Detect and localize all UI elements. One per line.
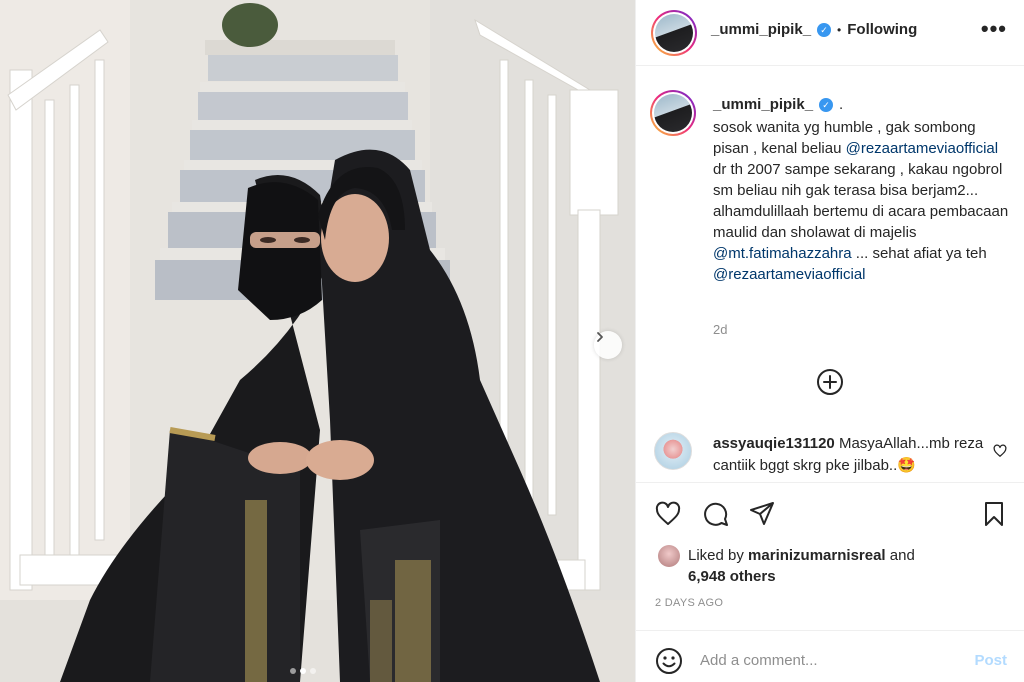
caption-user-suffix: . xyxy=(839,96,844,113)
post-comment-button[interactable]: Post xyxy=(974,652,1007,669)
comments-section[interactable]: _ummi_pipik_ ✓ . sosok wanita yg humble … xyxy=(636,66,1024,482)
author-username[interactable]: _ummi_pipik_ xyxy=(711,21,811,38)
caption-mention[interactable]: @rezaartameviaofficial xyxy=(846,140,999,157)
post-header: _ummi_pipik_ ✓ • Following ••• xyxy=(636,0,1024,66)
author-avatar[interactable] xyxy=(651,10,697,56)
following-button[interactable]: Following xyxy=(847,21,917,38)
header-separator: • xyxy=(837,22,842,37)
add-comment-bar: Post xyxy=(636,630,1024,682)
carousel-indicator xyxy=(290,668,316,674)
verified-badge-icon: ✓ xyxy=(817,22,832,37)
liker-avatar[interactable] xyxy=(658,545,680,567)
caption-text: sosok wanita yg humble , gak sombong pis… xyxy=(713,117,1013,285)
caption-part: dr th 2007 sampe sekarang , kakau ngobro… xyxy=(713,161,1009,241)
likes-prefix: Liked by xyxy=(688,547,744,564)
comment-like-heart-icon[interactable] xyxy=(993,444,1007,458)
likes-and: and xyxy=(889,547,915,564)
chevron-right-icon xyxy=(597,332,603,342)
liker-username[interactable]: marinizumarnisreal xyxy=(748,547,886,564)
post-photo[interactable] xyxy=(0,0,635,682)
likes-summary: Liked by marinizumarnisreal and 6,948 ot… xyxy=(658,545,915,587)
caption-timestamp[interactable]: 2d xyxy=(713,322,727,337)
comment-icon[interactable] xyxy=(702,500,730,528)
emoji-icon[interactable] xyxy=(655,647,683,675)
carousel-dot xyxy=(290,668,296,674)
photo-illustration xyxy=(0,0,635,682)
caption-author-username[interactable]: _ummi_pipik_ xyxy=(713,96,813,113)
share-icon[interactable] xyxy=(748,500,776,528)
likes-text: Liked by marinizumarnisreal and 6,948 ot… xyxy=(688,545,915,587)
bookmark-icon[interactable] xyxy=(980,500,1008,528)
carousel-next-button[interactable] xyxy=(594,331,622,359)
caption-author-avatar[interactable] xyxy=(650,90,696,136)
carousel-dot-active xyxy=(300,668,306,674)
carousel-dot xyxy=(310,668,316,674)
verified-badge-icon: ✓ xyxy=(819,97,834,112)
comment-input[interactable] xyxy=(700,648,960,672)
commenter-username[interactable]: assyauqie131120 xyxy=(713,435,835,452)
likes-others-count[interactable]: 6,948 others xyxy=(688,568,776,585)
comment-item: assyauqie131120 MasyaAllah...mb reza can… xyxy=(713,433,993,477)
caption-part: ... sehat afiat ya teh xyxy=(851,245,987,262)
post-date[interactable]: 2 DAYS AGO xyxy=(655,597,723,609)
caption-mention[interactable]: @rezaartameviaofficial xyxy=(713,266,866,283)
caption-mention[interactable]: @mt.fatimahazzahra xyxy=(713,245,852,262)
more-options-icon[interactable]: ••• xyxy=(981,18,1007,40)
commenter-avatar[interactable] xyxy=(654,432,692,470)
heart-icon[interactable] xyxy=(654,500,682,528)
post-details-panel: _ummi_pipik_ ✓ • Following ••• _ummi_pip… xyxy=(635,0,1024,682)
add-circle-icon[interactable] xyxy=(816,368,844,396)
post-actions-bar xyxy=(636,482,1024,542)
